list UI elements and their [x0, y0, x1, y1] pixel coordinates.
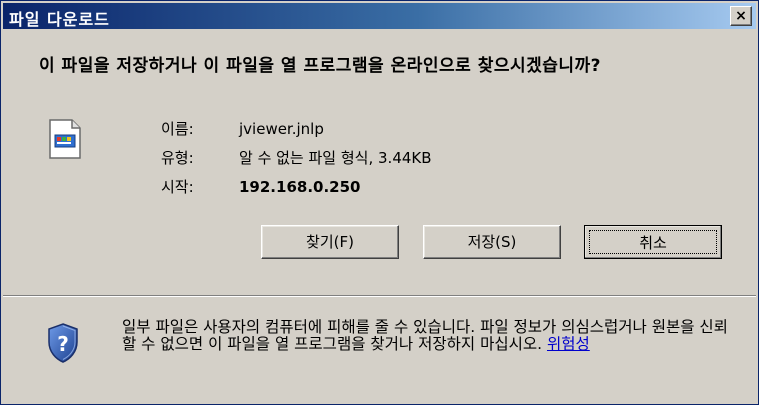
cancel-button-label: 취소: [589, 230, 717, 254]
file-source-row: 시작: 192.168.0.250: [161, 176, 360, 197]
file-type-row: 유형: 알 수 없는 파일 형식, 3.44KB: [161, 147, 432, 168]
security-warning: 일부 파일은 사용자의 컴퓨터에 피해를 줄 수 있습니다. 파일 정보가 의심…: [122, 319, 742, 353]
file-type-label: 유형:: [161, 149, 194, 167]
cancel-button[interactable]: 취소: [584, 225, 722, 259]
shield-question-icon: ?: [48, 323, 78, 363]
svg-text:?: ?: [57, 332, 69, 356]
separator: [3, 295, 756, 297]
close-icon[interactable]: ×: [730, 6, 752, 26]
warning-text: 일부 파일은 사용자의 컴퓨터에 피해를 줄 수 있습니다. 파일 정보가 의심…: [122, 318, 728, 353]
file-icon: [49, 119, 81, 159]
file-name-label: 이름:: [161, 120, 194, 138]
find-button[interactable]: 찾기(F): [261, 225, 399, 259]
file-source-value: 192.168.0.250: [239, 178, 361, 196]
file-source-label: 시작:: [161, 178, 194, 196]
download-question: 이 파일을 저장하거나 이 파일을 열 프로그램을 온라인으로 찾으시겠습니까?: [39, 56, 602, 76]
file-download-dialog: 파일 다운로드 × 이 파일을 저장하거나 이 파일을 열 프로그램을 온라인으…: [0, 0, 759, 405]
file-type-value: 알 수 없는 파일 형식, 3.44KB: [239, 149, 432, 167]
file-name-row: 이름: jviewer.jnlp: [161, 118, 324, 139]
file-name-value: jviewer.jnlp: [239, 120, 324, 138]
title-bar[interactable]: 파일 다운로드 ×: [3, 3, 756, 29]
risk-link[interactable]: 위험성: [547, 335, 590, 353]
window-title: 파일 다운로드: [9, 10, 110, 29]
save-button[interactable]: 저장(S): [423, 225, 561, 259]
